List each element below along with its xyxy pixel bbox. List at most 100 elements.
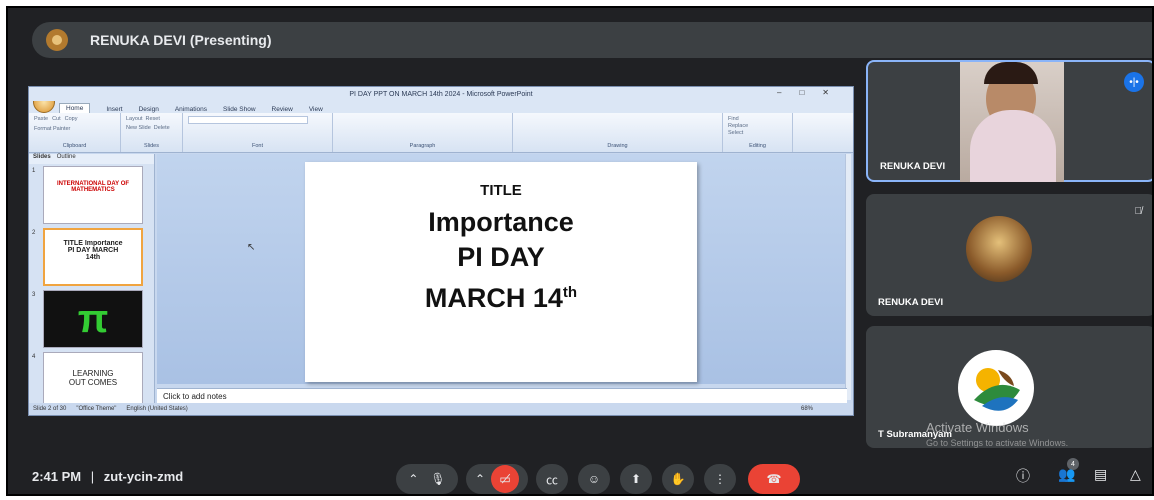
activate-windows-watermark: Activate Windows [926,420,1029,435]
replace-label: Replace [728,123,749,129]
pane-tab-slides: Slides [33,154,51,160]
tab-slide-show: Slide Show [223,106,256,113]
thumb-text: TITLE Importance PI DAY MARCH 14th [63,240,123,261]
tab-review: Review [271,106,293,113]
tab-home: Home [59,103,91,113]
slide-thumbnail-1: INTERNATIONAL DAY OF MATHEMATICS [43,166,143,224]
pi-symbol: π [77,297,109,341]
ribbon-group-paragraph: Paragraph [333,113,513,152]
select-label: Select [728,130,744,136]
ribbon-group-drawing: Drawing [513,113,723,152]
camera-off-icon: ▭̸ [491,465,520,493]
pane-tabs: Slides Outline [29,154,154,164]
captions-icon: ㏄ [545,472,558,487]
copy-label: Copy [64,116,78,122]
leave-call-button[interactable]: ☎ [748,464,800,494]
ppt-ribbon-tabs: Home Insert Design Animations Slide Show… [29,101,853,113]
ribbon-group-editing: Find Replace Select Editing [723,113,793,152]
status-language: English (United States) [126,406,188,412]
mouse-cursor-icon: ↖ [247,242,256,253]
thumb-number: 2 [32,230,36,236]
presenter-name: RENUKA DEVI (Presenting) [90,32,272,48]
status-slide-count: Slide 2 of 30 [33,406,67,412]
reactions-button[interactable]: ☺ [578,464,610,494]
reset-label: Reset [145,116,160,122]
ribbon-group-slides: Layout Reset New Slide Delete Slides [121,113,183,152]
slide-superscript: th [562,284,578,301]
present-screen-icon: ⬆ [630,472,642,486]
ribbon-group-font: Font [183,113,333,152]
activities-icon[interactable]: △ [1130,466,1141,483]
meeting-info: 2:41 PM | zut-ycin-zmd [32,469,183,484]
meeting-code: zut-ycin-zmd [103,469,184,484]
tab-animations: Animations [174,106,207,113]
slide-canvas: TITLE Importance PI DAY MARCH 14th ↖ [157,154,847,384]
people-icon[interactable]: 👥 [1058,466,1075,483]
ppt-ribbon: Paste Cut Copy Format Painter Clipboard … [29,113,853,153]
raise-hand-button[interactable]: ✋ [662,464,694,494]
slides-group-label: Slides [144,143,159,149]
layout-label: Layout [126,116,143,122]
camera-button[interactable]: ⌃ ▭̸ [466,464,528,494]
mic-muted-icon: 🎙̸ [1134,206,1143,217]
slides-pane: Slides Outline 1 INTERNATIONAL DAY OF MA… [29,154,155,410]
format-painter-label: Format Painter [34,126,71,132]
font-group-label: Font [251,143,263,149]
microphone-icon: 🎙 [430,472,446,486]
current-slide: TITLE Importance PI DAY MARCH 14th [305,162,697,382]
participant-video [960,62,1064,182]
participant-tile[interactable]: 🎙̸ RENUKA DEVI [866,194,1152,316]
meeting-controls-bar: 2:41 PM | zut-ycin-zmd ⌃ 🎙 ⌃ ▭̸ ㏄ ☺ ⬆ ✋ … [8,456,1152,494]
ppt-status-bar: Slide 2 of 30 "Office Theme" English (Un… [29,403,853,415]
participant-avatar [958,350,1034,426]
pane-tab-outline: Outline [56,154,76,160]
chevron-up-icon[interactable]: ⌃ [408,472,418,486]
presenter-bar: RENUKA DEVI (Presenting) [32,22,1152,58]
slide-body: Importance PI DAY MARCH 14th [305,205,697,316]
clipboard-group-label: Clipboard [62,143,87,149]
participant-tile-speaking[interactable]: •|• RENUKA DEVI [866,60,1152,182]
ribbon-group-clipboard: Paste Cut Copy Format Painter Clipboard [29,113,121,152]
hand-icon: ✋ [670,472,686,486]
present-button[interactable]: ⬆ [620,464,652,494]
slide-line-3: MARCH 14th [305,275,697,316]
more-vert-icon: ⋮ [714,472,726,486]
tab-insert: Insert [106,106,123,113]
slide-title: TITLE [480,182,522,199]
participant-name: RENUKA DEVI [880,161,946,172]
tab-view: View [308,106,323,113]
more-options-button[interactable]: ⋮ [704,464,736,494]
mic-button[interactable]: ⌃ 🎙 [396,464,458,494]
meeting-info-separator: | [90,469,95,484]
presenter-avatar [46,29,68,51]
cut-label: Cut [52,116,61,122]
thumb-number: 4 [32,354,36,360]
slide-thumbnail-2: TITLE Importance PI DAY MARCH 14th [43,228,143,286]
slide-thumbnail-4: LEARNING OUT COMES [43,352,143,410]
shared-screen-powerpoint: PI DAY PPT ON MARCH 14th 2024 - Microsof… [28,86,854,416]
chevron-up-icon[interactable]: ⌃ [475,472,485,486]
hang-up-icon: ☎ [766,472,782,486]
speaking-indicator-icon: •|• [1124,72,1144,92]
thumb-number: 1 [32,168,36,174]
meet-window: RENUKA DEVI (Presenting) PI DAY PPT ON M… [6,6,1154,496]
status-zoom: 68% [800,406,813,412]
slide-line-3-text: MARCH 14 [424,283,563,313]
logo-icon [966,358,1026,418]
paste-label: Paste [34,116,49,122]
chat-icon[interactable]: ▤ [1094,466,1107,483]
new-slide-label: New Slide [126,125,151,131]
delete-label: Delete [153,125,170,131]
find-label: Find [728,116,739,122]
info-icon[interactable]: ⓘ [1016,466,1030,486]
ppt-title-text: PI DAY PPT ON MARCH 14th 2024 - Microsof… [349,90,533,98]
slide-line-2: PI DAY [457,242,545,272]
slide-thumbnail-3: π [43,290,143,348]
captions-button[interactable]: ㏄ [536,464,568,494]
activate-windows-subtext: Go to Settings to activate Windows. [926,438,1069,448]
participant-name: RENUKA DEVI [878,297,944,308]
ppt-window-title: PI DAY PPT ON MARCH 14th 2024 - Microsof… [29,87,853,101]
window-controls-icon: –□✕ [777,88,847,97]
paragraph-group-label: Paragraph [409,143,436,149]
thumb-text: LEARNING OUT COMES [68,369,118,387]
